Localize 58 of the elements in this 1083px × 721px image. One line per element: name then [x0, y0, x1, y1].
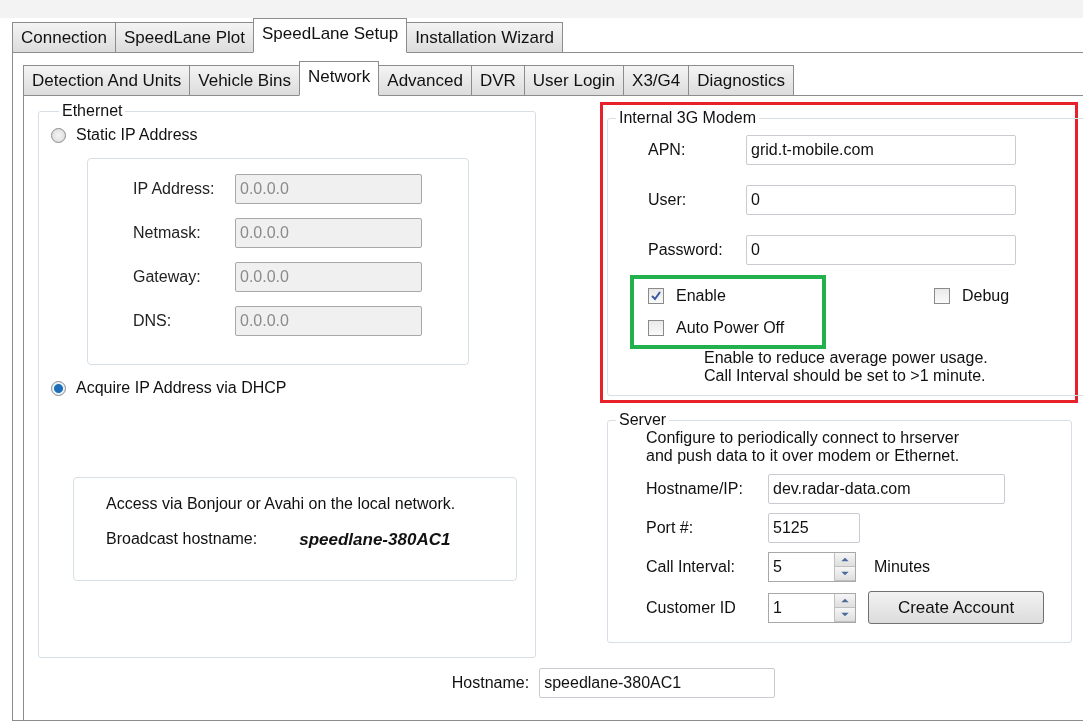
- info-text: Access via Bonjour or Avahi on the local network.: [106, 495, 457, 513]
- create-account-button[interactable]: Create Account: [868, 591, 1044, 624]
- field-label: APN:: [648, 141, 687, 159]
- group-title: Server: [618, 411, 668, 429]
- tab[interactable]: User Login: [523, 65, 625, 95]
- radio-button[interactable]: [51, 127, 66, 143]
- checkbox-label: Enable: [676, 287, 726, 305]
- field-label: User:: [648, 191, 688, 209]
- field-label: Password:: [648, 241, 724, 259]
- text-field[interactable]: grid.t-mobile.com: [746, 135, 1016, 165]
- tab[interactable]: X3/G4: [623, 65, 690, 95]
- field-label: Gateway:: [133, 268, 202, 286]
- spin-up-icon[interactable]: [835, 593, 855, 608]
- tab[interactable]: Diagnostics: [688, 65, 795, 95]
- field-label: Hostname:: [451, 674, 530, 692]
- field-label: Netmask:: [133, 224, 202, 242]
- checkbox[interactable]: [648, 320, 664, 336]
- tab[interactable]: Network: [298, 61, 380, 96]
- checkbox-label: Debug: [962, 287, 1010, 305]
- field-label: DNS:: [133, 312, 173, 330]
- text-field[interactable]: 0: [746, 185, 1016, 215]
- checkbox-label: Auto Power Off: [676, 319, 785, 337]
- field-label: Hostname/IP:: [646, 480, 744, 498]
- hostname-value: speedlane-380AC1: [299, 530, 451, 550]
- unit-label: Minutes: [874, 558, 931, 576]
- spin-up-icon[interactable]: [835, 553, 855, 567]
- radio-label: Acquire IP Address via DHCP: [76, 379, 287, 397]
- text-field[interactable]: dev.radar-data.com: [768, 474, 1005, 504]
- tab[interactable]: SpeedLane Plot: [115, 22, 254, 52]
- tab[interactable]: Vehicle Bins: [189, 65, 300, 95]
- hint-text: Enable to reduce average power usage.: [704, 349, 989, 367]
- field-label: Customer ID: [646, 598, 737, 617]
- group-title: Ethernet: [61, 102, 124, 120]
- tab[interactable]: Installation Wizard: [406, 22, 564, 52]
- field-label: Port #:: [646, 519, 695, 537]
- field-label: Broadcast hostname:: [106, 530, 258, 549]
- text-field[interactable]: 0: [746, 235, 1016, 265]
- description-text: Configure to periodically connect to hrserver: [646, 429, 961, 447]
- description-text: and push data to it over modem or Ethernet.: [646, 447, 961, 465]
- number-spinner[interactable]: 1: [768, 592, 856, 623]
- hint-text: Call Interval should be set to >1 minute.: [704, 367, 987, 385]
- radio-button[interactable]: [51, 380, 66, 396]
- text-field[interactable]: 5125: [768, 513, 860, 543]
- number-spinner[interactable]: 5: [768, 552, 856, 582]
- field-label: Call Interval:: [646, 558, 736, 576]
- tab[interactable]: Connection: [12, 22, 116, 52]
- group-title: Internal 3G Modem: [618, 109, 757, 127]
- tab[interactable]: Advanced: [378, 65, 472, 95]
- tab[interactable]: Detection And Units: [23, 65, 191, 95]
- tab[interactable]: SpeedLane Setup: [253, 18, 408, 53]
- checkbox[interactable]: [648, 288, 664, 304]
- check-icon: [650, 290, 662, 302]
- spin-down-icon[interactable]: [835, 567, 855, 581]
- field-label: IP Address:: [133, 180, 216, 198]
- tab[interactable]: DVR: [470, 65, 525, 95]
- checkbox[interactable]: [934, 288, 950, 304]
- text-field[interactable]: speedlane-380AC1: [539, 668, 776, 698]
- radio-label: Static IP Address: [76, 126, 198, 144]
